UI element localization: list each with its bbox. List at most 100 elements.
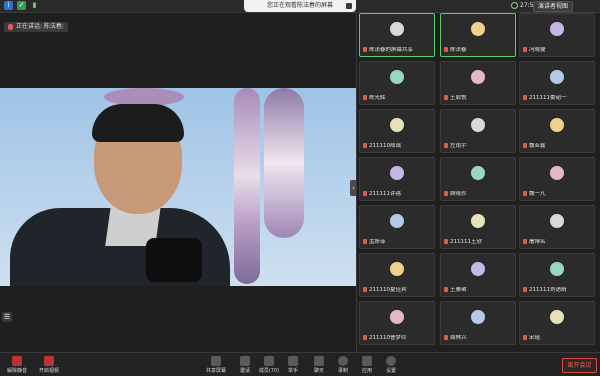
participant-name: 211111王欣 — [444, 239, 482, 246]
participant-tile[interactable]: 211110夏佳宾 — [359, 253, 435, 297]
mic-muted-icon — [444, 95, 448, 100]
speaking-indicator: 正在讲话: 陈法春; — [4, 22, 68, 32]
mic-muted-icon — [444, 287, 448, 292]
participant-name-text: 顾晓珍 — [450, 191, 467, 197]
participant-name-text: 211110曹梦玲 — [369, 335, 407, 341]
apps-icon — [362, 356, 372, 366]
top-status-icons: i ✓ ▮ — [4, 1, 39, 10]
participant-tile[interactable]: 211111娄韬一 — [519, 61, 595, 105]
participant-name: 魏一凡 — [523, 191, 546, 198]
participant-name-text: 211110夏佳宾 — [369, 287, 407, 293]
menu-icon[interactable]: ☰ — [2, 312, 12, 322]
avatar — [390, 214, 404, 228]
participant-name: 孟妍菲 — [363, 239, 386, 246]
participant-name: 211110曹梦玲 — [363, 335, 407, 342]
share-screen-button[interactable]: 共享屏幕 — [201, 355, 231, 374]
participant-name: 冯晓捷 — [523, 47, 546, 54]
presenter-hair — [92, 104, 184, 142]
mic-muted-icon — [523, 191, 527, 196]
avatar — [390, 262, 404, 276]
participant-tile[interactable]: 屠博名 — [519, 205, 595, 249]
participant-name: 顾晓珍 — [444, 191, 467, 198]
participant-tile[interactable]: 211110陆蔼 — [359, 109, 435, 153]
participant-tile[interactable]: 陈法春 — [440, 13, 516, 57]
participant-tile[interactable]: 孟妍菲 — [359, 205, 435, 249]
avatar — [471, 22, 485, 36]
mic-muted-icon — [363, 95, 367, 100]
participant-name-text: 魏亚鑫 — [529, 143, 546, 149]
mic-muted-icon — [523, 239, 527, 244]
avatar — [471, 214, 485, 228]
participant-grid: 陈法春的屏幕共享 陈法春 冯晓捷陈光辉 王启悦 211111娄韬一 211110陆蔼 左雨宇… — [359, 12, 600, 352]
participant-tile[interactable]: 陈光辉 — [359, 61, 435, 105]
invite-icon — [240, 356, 250, 366]
leave-meeting-label: 离开会议 — [567, 362, 592, 369]
participant-tile[interactable]: 周林兴 — [440, 301, 516, 345]
share-screen-label: 共享屏幕 — [205, 368, 226, 374]
screen-share-banner[interactable]: 您正在观看陈法春的屏幕 — [244, 0, 356, 12]
participant-tile[interactable]: 211110曹梦玲 — [359, 301, 435, 345]
avatar — [550, 214, 564, 228]
mic-muted-icon — [363, 335, 367, 340]
mic-icon — [12, 356, 22, 366]
banner-options-icon[interactable] — [346, 3, 352, 9]
participant-name-text: 周林兴 — [450, 335, 467, 341]
avatar — [471, 166, 485, 180]
participant-name-text: 宋瑶 — [529, 335, 541, 341]
participant-tile[interactable]: 左雨宇 — [440, 109, 516, 153]
mic-muted-icon — [523, 287, 527, 292]
participant-name: 周林兴 — [444, 335, 467, 342]
flower-cluster-3 — [264, 88, 304, 238]
mic-muted-icon — [523, 143, 527, 148]
mic-muted-icon — [363, 239, 367, 244]
hand-icon — [288, 356, 298, 366]
participant-name: 211110陆蔼 — [363, 143, 401, 150]
participant-name: 陈光辉 — [363, 95, 386, 102]
participant-tile[interactable]: 211111王欣 — [440, 205, 516, 249]
mic-muted-icon — [444, 143, 448, 148]
participant-name: 屠博名 — [523, 239, 546, 246]
leave-meeting-button[interactable]: 离开会议 — [562, 358, 597, 373]
participant-name: 211111刘语晴 — [523, 287, 567, 294]
shield-icon[interactable]: ✓ — [17, 1, 26, 10]
record-icon — [338, 356, 348, 366]
flower-cluster-2 — [234, 88, 260, 284]
avatar — [550, 166, 564, 180]
participant-name: 陈法春的屏幕共享 — [363, 47, 413, 54]
avatar — [471, 70, 485, 84]
participant-tile[interactable]: 魏一凡 — [519, 157, 595, 201]
participant-name-text: 屠博名 — [529, 239, 546, 245]
participant-name: 王雅珺 — [444, 287, 467, 294]
participant-tile[interactable]: 冯晓捷 — [519, 13, 595, 57]
participant-tile[interactable]: 211111刘语晴 — [519, 253, 595, 297]
avatar — [390, 118, 404, 132]
participant-tile[interactable]: 顾晓珍 — [440, 157, 516, 201]
participant-name-text: 陈法春 — [450, 47, 467, 53]
mic-muted-icon — [444, 47, 448, 52]
mic-muted-icon — [8, 24, 13, 30]
info-icon[interactable]: i — [4, 1, 13, 10]
participant-tile[interactable]: 陈法春的屏幕共享 — [359, 13, 435, 57]
avatar — [550, 310, 564, 324]
speaker-view-label: 演讲者视图 — [538, 3, 569, 10]
participant-name-text: 陈光辉 — [369, 95, 386, 101]
mic-muted-icon — [444, 191, 448, 196]
participant-name-text: 魏一凡 — [529, 191, 546, 197]
participant-tile[interactable]: 王雅珺 — [440, 253, 516, 297]
participant-name-text: 陈法春的屏幕共享 — [369, 47, 414, 53]
start-video-button[interactable]: 开启视频 — [34, 355, 64, 374]
mic-muted-icon — [363, 287, 367, 292]
unmute-button[interactable]: 解除静音 — [2, 355, 32, 374]
share-screen-icon — [211, 356, 221, 366]
avatar — [390, 70, 404, 84]
speaker-view-button[interactable]: 演讲者视图 — [533, 1, 574, 12]
share-banner-text: 您正在观看陈法春的屏幕 — [266, 2, 333, 9]
settings-button[interactable]: 设置 — [376, 355, 406, 374]
participant-tile[interactable]: 魏亚鑫 — [519, 109, 595, 153]
participant-tile[interactable]: 宋瑶 — [519, 301, 595, 345]
participant-tile[interactable]: 王启悦 — [440, 61, 516, 105]
avatar — [390, 310, 404, 324]
avatar — [550, 262, 564, 276]
mic-muted-icon — [444, 335, 448, 340]
participant-tile[interactable]: 211111许蓓 — [359, 157, 435, 201]
